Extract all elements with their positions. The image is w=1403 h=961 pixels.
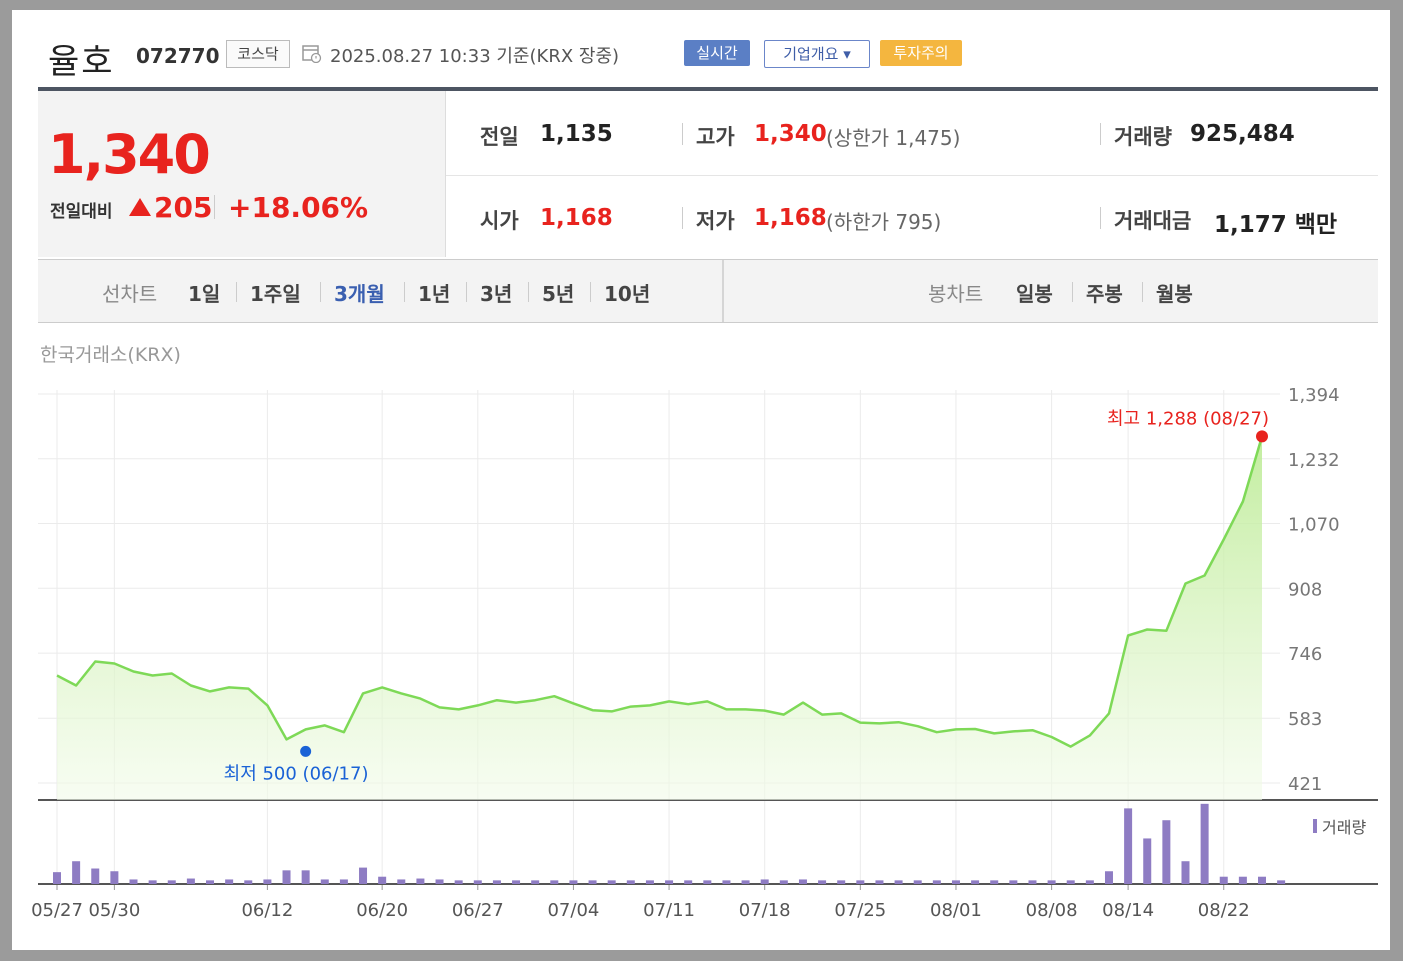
- volume-bar: [378, 876, 387, 884]
- volume-bar: [665, 880, 674, 884]
- volume-bar: [492, 880, 501, 884]
- volume-bar: [951, 880, 960, 884]
- low-label: 최저 500 (06/17): [224, 763, 369, 784]
- volume-bar: [359, 867, 368, 884]
- volume-bar: [607, 880, 616, 884]
- volume-bar: [320, 879, 329, 884]
- x-tick-label: 07/25: [834, 900, 886, 921]
- volume-bar: [1258, 876, 1266, 884]
- volume-bar: [1028, 880, 1037, 884]
- x-tick-label: 05/30: [88, 900, 140, 921]
- x-tick-label: 06/27: [452, 900, 504, 921]
- high-marker: [1256, 430, 1268, 443]
- volume-bar: [569, 880, 578, 884]
- volume-bar: [1162, 820, 1171, 884]
- y-tick-label: 1,070: [1288, 515, 1340, 536]
- volume-bar: [1200, 803, 1209, 884]
- volume-bar: [760, 879, 769, 884]
- y-tick-label: 1,394: [1288, 385, 1340, 406]
- volume-bar: [703, 880, 712, 884]
- volume-bar: [894, 880, 903, 884]
- volume-bar: [932, 880, 941, 884]
- volume-legend-label: 거래량: [1322, 818, 1366, 837]
- volume-bar: [148, 880, 157, 884]
- volume-bar: [1277, 880, 1286, 884]
- volume-bar: [263, 879, 272, 884]
- volume-bar: [1047, 880, 1056, 884]
- volume-bar: [971, 880, 980, 884]
- volume-legend-swatch: [1313, 819, 1317, 833]
- high-label: 최고 1,288 (08/27): [1107, 408, 1269, 429]
- volume-bar: [339, 879, 348, 884]
- y-tick-label: 583: [1288, 709, 1322, 730]
- volume-bar: [1181, 861, 1190, 884]
- volume-bar: [206, 880, 215, 884]
- x-tick-label: 05/27: [31, 900, 83, 921]
- low-marker: [300, 745, 312, 757]
- y-tick-label: 421: [1288, 774, 1322, 795]
- volume-bar: [1085, 880, 1094, 884]
- volume-bar: [301, 870, 310, 884]
- volume-bar: [588, 880, 597, 884]
- volume-bar: [225, 879, 234, 884]
- volume-bar: [416, 878, 425, 884]
- volume-bar: [722, 880, 731, 884]
- price-area-layer: [56, 436, 1264, 800]
- volume-bar: [186, 878, 195, 884]
- volume-bar: [550, 880, 559, 884]
- volume-bar: [645, 880, 654, 884]
- volume-bar: [798, 879, 807, 884]
- volume-bar: [913, 880, 922, 884]
- volume-bar: [282, 870, 291, 884]
- volume-bar: [856, 880, 865, 884]
- volume-bar: [626, 880, 635, 884]
- volume-bar: [875, 880, 884, 884]
- volume-bar: [397, 879, 406, 884]
- volume-bar: [91, 868, 100, 884]
- x-tick-label: 08/22: [1198, 900, 1250, 921]
- x-tick-label: 08/14: [1102, 900, 1154, 921]
- price-area: [57, 436, 1262, 800]
- volume-bar: [531, 880, 540, 884]
- x-tick-label: 07/11: [643, 900, 695, 921]
- y-tick-label: 1,232: [1288, 450, 1340, 471]
- volume-bar: [990, 880, 999, 884]
- volume-bar: [72, 861, 81, 884]
- volume-bar: [818, 880, 827, 884]
- volume-bar: [1009, 880, 1018, 884]
- x-tick-label: 07/18: [739, 900, 791, 921]
- volume-bar: [454, 880, 463, 884]
- volume-bar: [512, 880, 521, 884]
- volume-bar: [473, 880, 482, 884]
- volume-bar: [1238, 876, 1247, 884]
- x-tick-label: 08/01: [930, 900, 982, 921]
- volume-bar: [1104, 871, 1113, 884]
- volume-bar: [779, 880, 788, 884]
- x-tick-label: 06/20: [356, 900, 408, 921]
- volume-bar: [110, 871, 119, 884]
- volume-bar: [1219, 876, 1228, 884]
- volume-bar: [837, 880, 846, 884]
- volume-bar: [129, 879, 138, 884]
- volume-bar: [684, 880, 693, 884]
- y-tick-label: 746: [1288, 644, 1322, 665]
- x-tick-label: 06/12: [241, 900, 293, 921]
- x-tick-label: 07/04: [547, 900, 599, 921]
- volume-bar: [53, 872, 61, 884]
- volume-bar: [435, 879, 444, 884]
- y-tick-label: 908: [1288, 579, 1322, 600]
- volume-bar: [1066, 880, 1075, 884]
- volume-bar: [167, 880, 176, 884]
- volume-bar: [741, 880, 750, 884]
- volume-bar: [1143, 838, 1152, 884]
- x-tick-label: 08/08: [1026, 900, 1078, 921]
- volume-bar: [1124, 808, 1133, 884]
- price-chart: 1,394 1,232 1,070 908 746 583 421 05/27 05/30 06/…: [31, 385, 1378, 921]
- volume-bar: [244, 880, 253, 884]
